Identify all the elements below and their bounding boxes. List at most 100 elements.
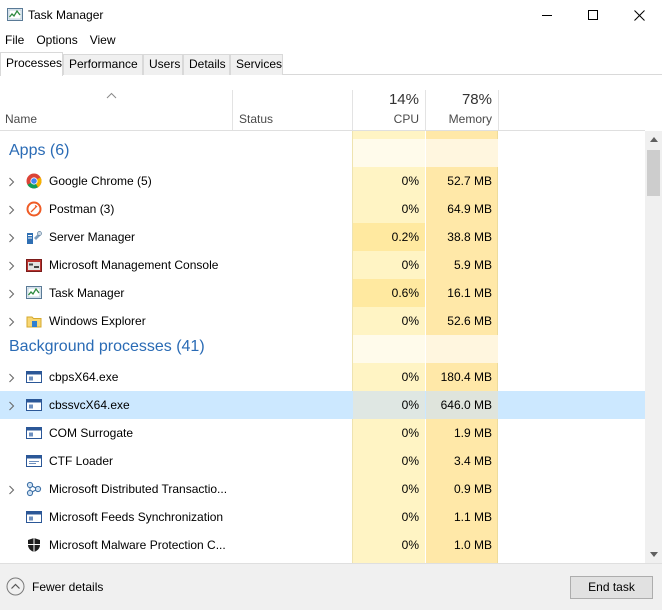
menu-file[interactable]: File (0, 31, 30, 49)
process-row[interactable]: Task Manager 0.6% 16.1 MB (0, 279, 645, 307)
task-manager-icon (26, 285, 42, 301)
process-memory: 5.9 MB (453, 258, 492, 272)
group-header-apps[interactable]: Apps (6) (0, 139, 645, 167)
process-row[interactable]: Microsoft Malware Protection C... 0% 1.0 M… (0, 531, 645, 559)
chrome-icon (26, 173, 42, 189)
process-cpu: 0% (401, 538, 419, 552)
column-divider (232, 90, 233, 130)
process-row[interactable]: Server Manager 0.2% 38.8 MB (0, 223, 645, 251)
process-cpu: 0% (401, 370, 419, 384)
window-title: Task Manager (28, 8, 104, 22)
process-cpu: 0% (401, 398, 419, 412)
distributed-transaction-icon (26, 481, 42, 497)
scroll-down-button[interactable] (645, 546, 662, 563)
chevron-right-icon[interactable] (7, 372, 16, 383)
process-memory: 1.9 MB (453, 426, 492, 440)
process-name: Microsoft Management Console (49, 258, 219, 272)
tab-details[interactable]: Details (183, 54, 230, 75)
process-cpu: 0.6% (391, 286, 419, 300)
column-memory-header[interactable]: Memory (426, 112, 492, 126)
ctf-loader-icon (26, 453, 42, 469)
process-name: cbpsX64.exe (49, 370, 119, 384)
process-memory: 1.0 MB (453, 538, 492, 552)
group-label: Apps (6) (9, 142, 70, 159)
process-memory: 38.8 MB (447, 230, 492, 244)
chevron-right-icon[interactable] (7, 260, 16, 271)
process-list: Apps (6) Google Chrome (5) 0% 52.7 MB Postma… (0, 131, 645, 563)
column-status-header[interactable]: Status (239, 112, 273, 126)
task-manager-app-icon (7, 7, 23, 23)
chevron-up-circle-icon[interactable] (6, 577, 25, 596)
process-row[interactable]: Microsoft Distributed Transactio... 0% 0.9… (0, 475, 645, 503)
server-manager-icon (26, 229, 42, 245)
column-header: Name Status 14% CPU 78% Memory (0, 90, 645, 131)
process-row[interactable]: COM Surrogate 0% 1.9 MB (0, 419, 645, 447)
group-header-background-processes[interactable]: Background processes (41) (0, 335, 645, 363)
end-task-button[interactable]: End task (570, 576, 653, 599)
process-cpu: 0% (401, 426, 419, 440)
process-name: cbssvcX64.exe (49, 398, 130, 412)
process-name: Windows Explorer (49, 314, 146, 328)
group-label: Background processes (41) (9, 338, 205, 355)
process-row[interactable]: Postman (3) 0% 64.9 MB (0, 195, 645, 223)
folder-icon (26, 313, 42, 329)
menu-options[interactable]: Options (30, 31, 83, 49)
process-name: Google Chrome (5) (49, 174, 152, 188)
cpu-total-percent: 14% (388, 91, 419, 108)
process-memory: 16.1 MB (447, 286, 492, 300)
menu-bar: File Options View (0, 31, 122, 49)
process-cpu: 0% (401, 202, 419, 216)
process-row[interactable]: CTF Loader 0% 3.4 MB (0, 447, 645, 475)
process-name: Postman (3) (49, 202, 115, 216)
footer-bar: Fewer details End task (0, 563, 662, 610)
chevron-right-icon[interactable] (7, 316, 16, 327)
process-cpu: 0% (401, 454, 419, 468)
tab-users[interactable]: Users (143, 54, 183, 75)
process-memory: 3.4 MB (453, 454, 492, 468)
scroll-thumb[interactable] (647, 150, 660, 196)
fewer-details-link[interactable]: Fewer details (32, 580, 103, 594)
group-cpu-cell (353, 139, 425, 167)
chevron-right-icon[interactable] (7, 484, 16, 495)
process-name: Microsoft Feeds Synchronization (49, 510, 224, 524)
process-row[interactable]: Microsoft Management Console 0% 5.9 MB (0, 251, 645, 279)
column-cpu-header[interactable]: CPU (353, 112, 419, 126)
menu-view[interactable]: View (84, 31, 122, 49)
process-cpu: 0% (401, 482, 419, 496)
title-bar: Task Manager (0, 0, 662, 30)
tab-performance[interactable]: Performance (63, 54, 143, 75)
close-button[interactable] (616, 0, 662, 30)
process-row[interactable]: cbssvcX64.exe 0% 646.0 MB (0, 391, 645, 419)
tab-services[interactable]: Services (230, 54, 283, 75)
chevron-right-icon[interactable] (7, 204, 16, 215)
process-row[interactable]: Google Chrome (5) 0% 52.7 MB (0, 167, 645, 195)
process-memory: 180.4 MB (440, 370, 492, 384)
minimize-button[interactable] (524, 0, 570, 30)
column-divider (498, 90, 499, 130)
group-memory-cell (426, 139, 498, 167)
chevron-right-icon[interactable] (7, 400, 16, 411)
process-name: Microsoft Malware Protection C... (49, 538, 226, 552)
chevron-right-icon[interactable] (7, 176, 16, 187)
mmc-icon (26, 257, 42, 273)
process-memory: 1.1 MB (453, 510, 492, 524)
process-row[interactable]: Windows Explorer 0% 52.6 MB (0, 307, 645, 335)
app-window-icon (26, 369, 42, 385)
maximize-button[interactable] (570, 0, 616, 30)
process-cpu: 0.2% (391, 230, 419, 244)
scroll-up-button[interactable] (645, 131, 662, 148)
process-name: COM Surrogate (49, 426, 134, 440)
chevron-right-icon[interactable] (7, 288, 16, 299)
column-name-header[interactable]: Name (5, 112, 37, 126)
sort-ascending-icon (106, 88, 117, 102)
process-cpu: 0% (401, 258, 419, 272)
memory-total-percent: 78% (461, 91, 492, 108)
process-name: Microsoft Distributed Transactio... (49, 482, 228, 496)
vertical-scrollbar[interactable] (645, 131, 662, 563)
process-cpu: 0% (401, 510, 419, 524)
tab-processes[interactable]: Processes (0, 52, 63, 76)
process-row[interactable]: Microsoft Feeds Synchronization 0% 1.1 MB (0, 503, 645, 531)
chevron-right-icon[interactable] (7, 232, 16, 243)
app-window-icon (26, 397, 42, 413)
process-row[interactable]: cbpsX64.exe 0% 180.4 MB (0, 363, 645, 391)
